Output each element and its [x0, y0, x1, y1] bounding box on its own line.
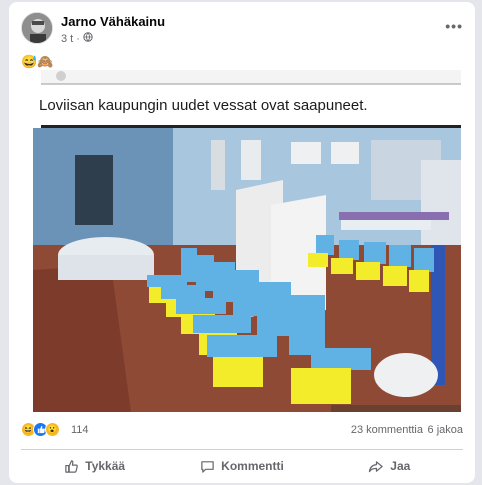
- more-options-icon[interactable]: •••: [445, 18, 463, 34]
- like-icon: [64, 459, 79, 474]
- showroom-photo: [33, 128, 461, 412]
- post-actions: Tykkää Kommentti Jaa: [21, 454, 463, 478]
- avatar[interactable]: [21, 12, 53, 44]
- wow-reaction-icon: 😮: [45, 422, 60, 437]
- share-icon: [368, 459, 384, 474]
- shared-screenshot: [21, 70, 461, 412]
- comment-icon: [200, 459, 215, 474]
- reaction-icons[interactable]: 😆 😮: [21, 422, 60, 437]
- globe-icon: [83, 32, 93, 45]
- share-label: Jaa: [390, 459, 411, 473]
- reactions-count[interactable]: 114: [71, 424, 89, 436]
- like-button[interactable]: Tykkää: [21, 454, 168, 478]
- divider: [21, 449, 463, 450]
- like-label: Tykkää: [85, 459, 126, 473]
- comment-button[interactable]: Kommentti: [168, 454, 315, 478]
- author-name[interactable]: Jarno Vähäkainu: [61, 14, 165, 29]
- shared-image[interactable]: Loviisan kaupungin uudet vessat ovat saa…: [21, 70, 461, 412]
- post-header: Jarno Vähäkainu 3 t · •••: [9, 2, 475, 50]
- post-card: Jarno Vähäkainu 3 t · ••• 😅🙈 Loviisan ka…: [9, 2, 475, 483]
- post-text: 😅🙈: [21, 54, 54, 69]
- shared-post-text: Loviisan kaupungin uudet vessat ovat saa…: [39, 97, 368, 114]
- post-stats: 😆 😮 114 23 kommenttia 6 jakoa: [21, 420, 463, 442]
- post-time[interactable]: 3 t: [61, 33, 73, 45]
- share-button[interactable]: Jaa: [316, 454, 463, 478]
- separator-dot: ·: [76, 32, 80, 45]
- shares-count[interactable]: 6 jakoa: [428, 424, 463, 436]
- comments-count[interactable]: 23 kommenttia: [351, 424, 423, 436]
- post-meta: 3 t ·: [61, 32, 93, 45]
- comment-label: Kommentti: [221, 459, 284, 473]
